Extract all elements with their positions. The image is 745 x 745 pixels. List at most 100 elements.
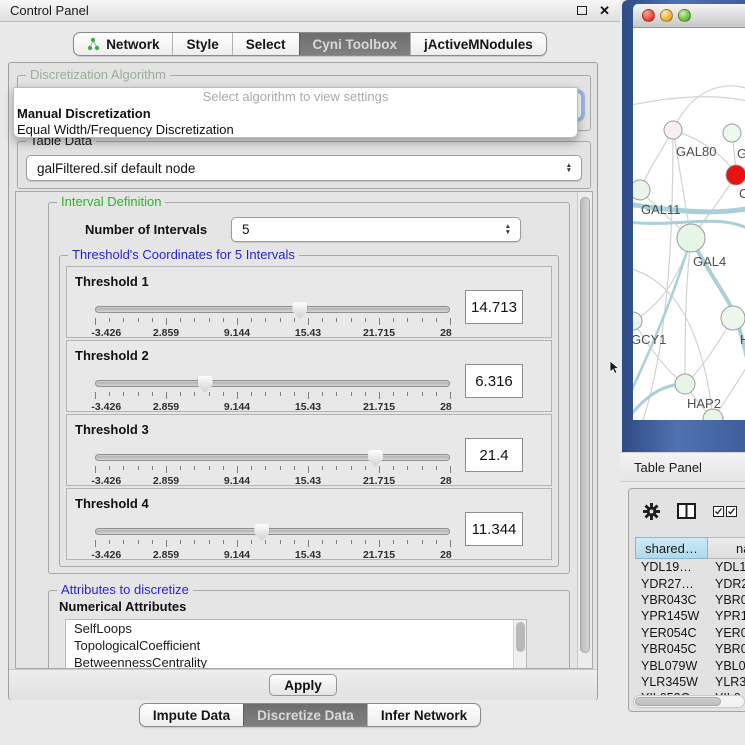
network-edge[interactable] (633, 238, 691, 321)
network-node-label: HAP2 (687, 396, 721, 411)
zoom-window-icon[interactable] (678, 9, 691, 22)
tab-impute-data[interactable]: Impute Data (140, 704, 243, 726)
cell-name: YLR3 (708, 675, 745, 689)
table-row[interactable]: YPR145WYPR1 (635, 608, 745, 624)
slider-tick (166, 318, 167, 325)
settings-gear-icon[interactable] (643, 503, 660, 520)
minimize-window-icon[interactable] (660, 9, 673, 22)
table-data-combobox[interactable]: galFiltered.sif default node ▲▼ (26, 155, 582, 181)
cell-name: YER0 (708, 626, 745, 640)
close-window-icon[interactable] (642, 9, 655, 22)
settings-panel-scrollbar[interactable] (577, 192, 592, 668)
table-row[interactable]: YDL19…YDL1 (635, 559, 745, 575)
attribute-list-item[interactable]: TopologicalCoefficient (66, 637, 526, 654)
slider-tick (407, 318, 408, 322)
network-node[interactable] (726, 165, 745, 185)
slider-tick (365, 540, 366, 544)
float-panel-icon[interactable] (577, 6, 587, 15)
threshold-panel: Threshold 3 -3.4262.8599.14415.4321.7152… (66, 414, 552, 486)
slider-thumb[interactable] (292, 302, 307, 319)
slider-tick (336, 392, 337, 396)
slider-tick (379, 318, 380, 325)
threshold-slider[interactable]: -3.4262.8599.14415.4321.71528 (95, 375, 450, 411)
threshold-slider[interactable]: -3.4262.8599.14415.4321.71528 (95, 301, 450, 337)
tab-select[interactable]: Select (232, 33, 299, 55)
slider-tick-label: 2.859 (153, 549, 179, 561)
slider-thumb[interactable] (368, 450, 383, 467)
table-row[interactable]: YDR27…YDR2 (635, 575, 745, 591)
tab-jactivemnodules[interactable]: jActiveMNodules (410, 33, 546, 55)
threshold-value-field[interactable]: 6.316 (465, 364, 523, 398)
attributes-group-title: Attributes to discretize (57, 582, 193, 597)
network-edge[interactable] (673, 86, 745, 130)
table-horizontal-scrollbar[interactable] (633, 695, 745, 708)
slider-tick (194, 466, 195, 470)
select-columns-checkboxes-icon[interactable] (713, 506, 737, 517)
attributes-to-discretize-group: Attributes to discretize Numerical Attri… (48, 590, 570, 669)
table-row[interactable]: YBR045CYBR0 (635, 641, 745, 657)
network-window-titlebar[interactable] (633, 4, 745, 28)
numerical-attributes-list[interactable]: SelfLoopsTopologicalCoefficientBetweenne… (65, 619, 527, 669)
network-node[interactable] (723, 124, 741, 142)
table-row[interactable]: YER054CYER0 (635, 625, 745, 641)
slider-track[interactable] (95, 306, 450, 313)
tab-discretize-data[interactable]: Discretize Data (243, 704, 367, 726)
attribute-list-item[interactable]: BetweennessCentrality (66, 654, 526, 669)
tab-style[interactable]: Style (172, 33, 231, 55)
number-of-intervals-combobox[interactable]: 5 ▲▼ (231, 217, 521, 242)
threshold-slider[interactable]: -3.4262.8599.14415.4321.71528 (95, 449, 450, 485)
slider-tick-label: 21.715 (363, 401, 395, 413)
network-node[interactable] (633, 180, 650, 200)
slider-tick-label: 15.43 (295, 401, 321, 413)
algorithm-option-equal-width[interactable]: Equal Width/Frequency Discretization (14, 122, 577, 138)
slider-tick (138, 392, 139, 396)
network-node-label: GAL4 (693, 254, 726, 269)
slider-track[interactable] (95, 528, 450, 535)
slider-tick (422, 392, 423, 396)
slider-tick-label: 9.144 (224, 327, 250, 339)
apply-button[interactable]: Apply (269, 674, 337, 696)
tab-cyni-toolbox[interactable]: Cyni Toolbox (299, 33, 411, 55)
slider-tick (322, 466, 323, 470)
tab-infer-network[interactable]: Infer Network (367, 704, 480, 726)
tab-network[interactable]: Network (74, 33, 172, 55)
slider-tick (209, 466, 210, 470)
slider-tick-label: 15.43 (295, 475, 321, 487)
slider-thumb[interactable] (254, 524, 269, 541)
network-edge[interactable] (685, 238, 691, 384)
threshold-value-field[interactable]: 14.713 (465, 290, 523, 324)
column-header-name[interactable]: name (708, 537, 745, 559)
threshold-value-field[interactable]: 11.344 (465, 512, 523, 546)
attributes-list-scrollbar[interactable] (513, 620, 526, 669)
slider-tick (237, 466, 238, 473)
slider-tick (308, 540, 309, 547)
threshold-value-field[interactable]: 21.4 (465, 438, 523, 472)
split-columns-icon[interactable] (677, 503, 696, 519)
network-node[interactable] (677, 224, 705, 252)
attribute-list-item[interactable]: SelfLoops (66, 620, 526, 637)
close-panel-icon[interactable]: ✕ (599, 6, 610, 16)
cell-shared-name: YBL079W (635, 659, 708, 673)
slider-tick-label: 9.144 (224, 475, 250, 487)
algorithm-option-manual[interactable]: Manual Discretization (14, 106, 577, 122)
slider-track[interactable] (95, 380, 450, 387)
threshold-slider[interactable]: -3.4262.8599.14415.4321.71528 (95, 523, 450, 559)
table-row[interactable]: YBR043CYBR0 (635, 592, 745, 608)
slider-tick-label: -3.426 (91, 549, 121, 561)
slider-tick (109, 540, 110, 544)
network-node[interactable] (675, 374, 695, 394)
combo-arrows-icon: ▲▼ (566, 163, 572, 174)
table-row[interactable]: YLR345WYLR3 (635, 674, 745, 690)
slider-tick (322, 392, 323, 396)
column-header-shared-name[interactable]: shared… (635, 537, 708, 559)
network-node[interactable] (721, 306, 745, 330)
slider-thumb[interactable] (198, 376, 213, 393)
network-node[interactable] (664, 121, 682, 139)
table-row[interactable]: YBL079WYBL0 (635, 657, 745, 673)
slider-tick (265, 466, 266, 470)
slider-track[interactable] (95, 454, 450, 461)
slider-tick (393, 318, 394, 322)
slider-tick (450, 466, 451, 473)
network-node[interactable] (633, 312, 642, 330)
network-canvas[interactable]: GAL80GACGAL11GAL4GCY1HHAP2 (633, 28, 745, 420)
